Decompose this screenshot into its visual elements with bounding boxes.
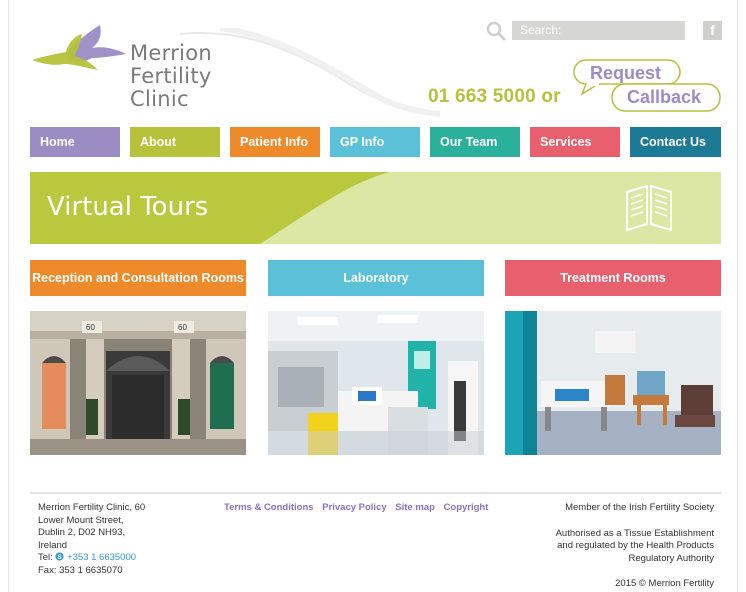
page-border-left (8, 0, 9, 592)
copyright-text: 2015 © Merrion Fertility (615, 578, 714, 589)
facebook-icon[interactable]: f (703, 21, 722, 40)
request-callback-button[interactable]: Request Callback (572, 58, 722, 114)
address-line-2: Lower Mount Street, (38, 514, 124, 526)
address-line-3: Dublin 2, D02 NH93, (38, 527, 126, 538)
authorised-line-1: Authorised as a Tissue Establishment (555, 527, 714, 539)
treatment-room-photo[interactable] (505, 311, 721, 455)
sitemap-link[interactable]: Site map (395, 502, 435, 513)
search-icon[interactable] (486, 21, 506, 41)
main-nav: Home About Patient Info GP Info Our Team… (30, 127, 721, 157)
nav-services[interactable]: Services (530, 127, 620, 157)
page-title: Virtual Tours (47, 192, 209, 222)
footer-links: Terms & Conditions Privacy Policy Site m… (224, 502, 494, 513)
tour-treatment-rooms-button[interactable]: Treatment Rooms (505, 260, 721, 296)
open-book-icon (626, 184, 672, 232)
tour-reception-button[interactable]: Reception and Consultation Rooms (30, 260, 246, 296)
page-border-right (737, 0, 738, 592)
nav-home[interactable]: Home (30, 127, 120, 157)
callback-line-1: Request (590, 63, 662, 83)
search-input[interactable] (512, 21, 685, 40)
skype-icon: S (55, 552, 64, 561)
virtual-tours-banner: Virtual Tours (30, 172, 721, 244)
phone-number: 01 663 5000 or (428, 86, 561, 107)
nav-contact-us[interactable]: Contact Us (630, 127, 721, 157)
terms-link[interactable]: Terms & Conditions (224, 502, 314, 513)
svg-text:60: 60 (86, 323, 95, 332)
fax: Fax: 353 1 6635070 (38, 564, 123, 576)
telephone: Tel: S +353 1 6635000 (38, 552, 158, 565)
privacy-link[interactable]: Privacy Policy (322, 502, 386, 513)
nav-about[interactable]: About (130, 127, 220, 157)
address-line-1: Merrion Fertility Clinic, 60 (38, 502, 146, 513)
copyright-link[interactable]: Copyright (444, 502, 489, 513)
member-text: Member of the Irish Fertility Society (565, 502, 714, 513)
authorised-line-2: and regulated by the Health Products (557, 540, 714, 551)
tour-laboratory-button[interactable]: Laboratory (268, 260, 484, 296)
nav-our-team[interactable]: Our Team (430, 127, 520, 157)
nav-gp-info[interactable]: GP Info (330, 127, 420, 157)
footer-right: Member of the Irish Fertility Society Au… (514, 502, 714, 591)
footer-divider (30, 492, 721, 494)
tel-label: Tel: (38, 552, 53, 563)
address-line-4: Ireland (38, 539, 68, 551)
laboratory-photo[interactable] (268, 311, 484, 455)
header-swoosh (180, 28, 440, 117)
nav-patient-info[interactable]: Patient Info (230, 127, 320, 157)
tel-number-link[interactable]: +353 1 6635000 (67, 552, 136, 563)
callback-line-2: Callback (627, 87, 702, 107)
svg-text:S: S (58, 554, 62, 561)
footer-address: Merrion Fertility Clinic, 60 Lower Mount… (38, 502, 158, 577)
clinic-entrance-photo[interactable]: 60 60 (30, 311, 246, 455)
authorised-line-3: Regulatory Authority (628, 552, 714, 564)
svg-text:60: 60 (178, 323, 187, 332)
logo-birds-icon (32, 25, 126, 70)
